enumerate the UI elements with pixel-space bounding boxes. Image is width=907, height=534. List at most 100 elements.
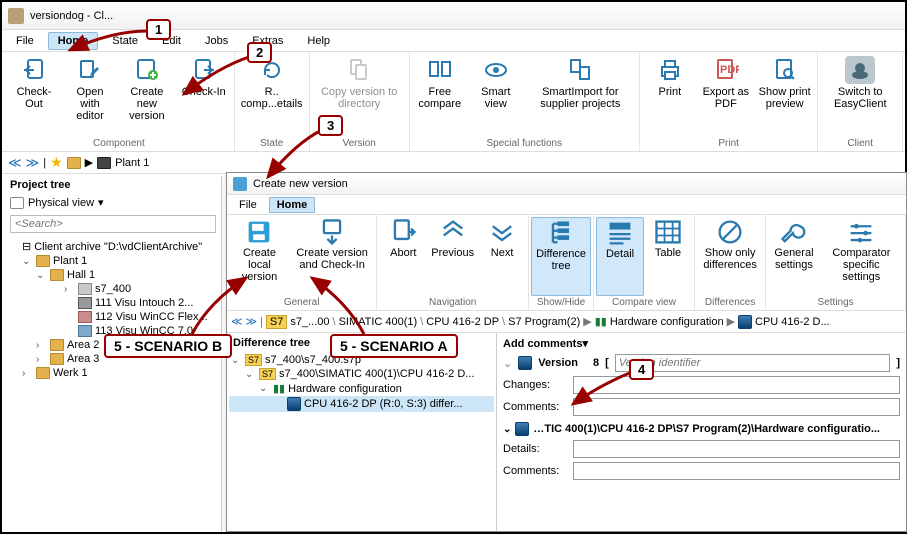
ribbon-group-version: Copy version to directory Version — [310, 52, 410, 151]
cv-menu-file[interactable]: File — [231, 197, 265, 213]
copy-version-label: Copy version to directory — [316, 86, 403, 110]
difference-tree-button[interactable]: Difference tree — [531, 217, 591, 296]
chip-icon — [515, 422, 529, 436]
comments-input[interactable] — [573, 398, 900, 416]
crumb-simatic[interactable]: SIMATIC 400(1) — [339, 316, 418, 328]
table-button[interactable]: Table — [644, 217, 692, 296]
cv-app-icon — [233, 177, 247, 191]
checkout-label: Check-Out — [10, 86, 58, 110]
crumb-cpu2[interactable]: CPU 416-2 D... — [755, 316, 830, 328]
cv-group-differences: Differences — [697, 296, 763, 310]
export-pdf-button[interactable]: PDF Export as PDF — [698, 54, 754, 137]
crumb-prog[interactable]: S7 Program(2) — [508, 316, 580, 328]
callout-2: 2 — [247, 42, 272, 63]
show-only-diff-button[interactable]: Show only differences — [697, 217, 763, 296]
menu-jobs[interactable]: Jobs — [195, 32, 238, 50]
cv-nav-back-icon[interactable]: ≪ — [231, 315, 243, 328]
copy-icon — [346, 57, 372, 83]
detail-label: Detail — [606, 248, 634, 260]
tree-node-werk1[interactable]: ›Werk 1 — [6, 366, 219, 380]
create-local-label: Create local version — [233, 247, 286, 283]
version-identifier-input[interactable] — [615, 354, 891, 372]
edit-icon — [77, 57, 103, 83]
comp-details-button[interactable]: R.. comp...etails — [237, 54, 307, 137]
crumb-s7[interactable]: s7_...00 — [290, 316, 329, 328]
menu-file[interactable]: File — [6, 32, 44, 50]
abort-label: Abort — [390, 247, 416, 259]
details-input[interactable] — [573, 440, 900, 458]
abort-button[interactable]: Abort — [379, 217, 427, 296]
diff-node-cpu-selected[interactable]: CPU 416-2 DP (R:0, S:3) differ... — [229, 396, 494, 412]
ribbon-group-client: Switch to EasyClient Client — [818, 52, 903, 151]
breadcrumb-bar: ≪ ≫ | ★ ▶ Plant 1 — [2, 152, 905, 174]
crumb-plant[interactable]: Plant 1 — [115, 157, 149, 169]
crumb-hw[interactable]: Hardware configuration — [610, 316, 724, 328]
previous-label: Previous — [431, 247, 474, 259]
comparator-settings-label: Comparator specific settings — [824, 247, 899, 283]
folder-icon — [67, 157, 81, 169]
disk-icon — [10, 197, 24, 209]
nav-back-icon[interactable]: ≪ — [8, 155, 22, 171]
create-version-window: Create new version File Home Create loca… — [226, 172, 907, 532]
previous-button[interactable]: Previous — [427, 217, 478, 296]
cv-nav-fwd-icon[interactable]: ≫ — [246, 315, 258, 328]
menu-home[interactable]: Home — [48, 32, 99, 50]
nodiff-icon — [715, 217, 745, 247]
switch-client-button[interactable]: Switch to EasyClient — [820, 54, 900, 137]
detail-button[interactable]: Detail — [596, 217, 644, 296]
changes-input[interactable] — [573, 376, 900, 394]
nav-fwd-icon[interactable]: ≫ — [26, 155, 40, 171]
chevron-down-icon — [487, 217, 517, 247]
diff-node-simatic[interactable]: ⌄S7s7_400\SIMATIC 400(1)\CPU 416-2 D... — [229, 367, 494, 381]
chip-icon — [287, 397, 301, 411]
create-local-version-button[interactable]: Create local version — [229, 217, 290, 296]
tree-node-hall1[interactable]: ⌄Hall 1 — [6, 268, 219, 282]
checkout-button[interactable]: Check-Out — [6, 54, 62, 137]
easyclient-icon — [845, 56, 875, 84]
print-preview-label: Show print preview — [758, 86, 812, 110]
menu-help[interactable]: Help — [297, 32, 340, 50]
smartimport-button[interactable]: SmartImport for supplier projects — [524, 54, 637, 137]
preview-icon — [772, 57, 798, 83]
tree-view-selector[interactable]: Physical view ▾ — [4, 194, 221, 211]
free-compare-button[interactable]: Free compare — [412, 54, 468, 137]
search-input[interactable] — [10, 215, 216, 233]
smart-view-button[interactable]: Smart view — [468, 54, 524, 137]
app-icon — [8, 8, 24, 24]
print-preview-button[interactable]: Show print preview — [754, 54, 816, 137]
print-button[interactable]: Print — [642, 54, 698, 137]
diff-node-hw[interactable]: ⌄▮▮Hardware configuration — [229, 381, 494, 396]
pdf-icon: PDF — [713, 57, 739, 83]
ribbon-group-print: Print PDF Export as PDF Show print previ… — [640, 52, 819, 151]
group-label-print: Print — [642, 137, 816, 151]
star-icon[interactable]: ★ — [50, 154, 63, 171]
tree-item-flex[interactable]: 112 Visu WinCC Flex... — [6, 310, 219, 324]
tree-item-intouch[interactable]: 111 Visu Intouch 2... — [6, 296, 219, 310]
create-version-checkin-button[interactable]: Create version and Check-In — [290, 217, 374, 296]
general-settings-button[interactable]: General settings — [768, 217, 819, 296]
next-button[interactable]: Next — [478, 217, 526, 296]
callout-1: 1 — [146, 19, 171, 40]
version-header: ⌄ Version 8 [ ] — [503, 354, 900, 372]
s7-badge-icon: S7 — [259, 368, 276, 380]
menu-state[interactable]: State — [102, 32, 148, 50]
tree-node-plant1[interactable]: ⌄Plant 1 — [6, 254, 219, 268]
crumb-cpu[interactable]: CPU 416-2 DP — [426, 316, 499, 328]
wrench-icon — [779, 217, 809, 247]
tree-node-root[interactable]: ⊟Client archive "D:\vdClientArchive" — [6, 239, 219, 254]
cv-group-compare: Compare view — [596, 296, 692, 310]
checkin-button[interactable]: Check-In — [176, 54, 232, 137]
checkout-icon — [21, 57, 47, 83]
difference-tree-panel: Difference tree ⌄S7s7_400\s7_400.s7p ⌄S7… — [227, 333, 497, 531]
cv-menu-home[interactable]: Home — [269, 197, 316, 213]
tree-item-s7[interactable]: ›s7_400 — [6, 282, 219, 296]
add-comments-button[interactable]: Add comments▾ — [503, 338, 588, 350]
titlebar: versiondog - Cl... — [2, 2, 905, 30]
open-editor-label: Open with editor — [66, 86, 114, 122]
create-version-button[interactable]: Create new version — [118, 54, 176, 137]
comments2-input[interactable] — [573, 462, 900, 480]
open-editor-button[interactable]: Open with editor — [62, 54, 118, 137]
comparator-settings-button[interactable]: Comparator specific settings — [820, 217, 903, 296]
section-header[interactable]: ⌄…TIC 400(1)\CPU 416-2 DP\S7 Program(2)\… — [503, 422, 900, 436]
tree-view-label: Physical view — [28, 197, 94, 209]
